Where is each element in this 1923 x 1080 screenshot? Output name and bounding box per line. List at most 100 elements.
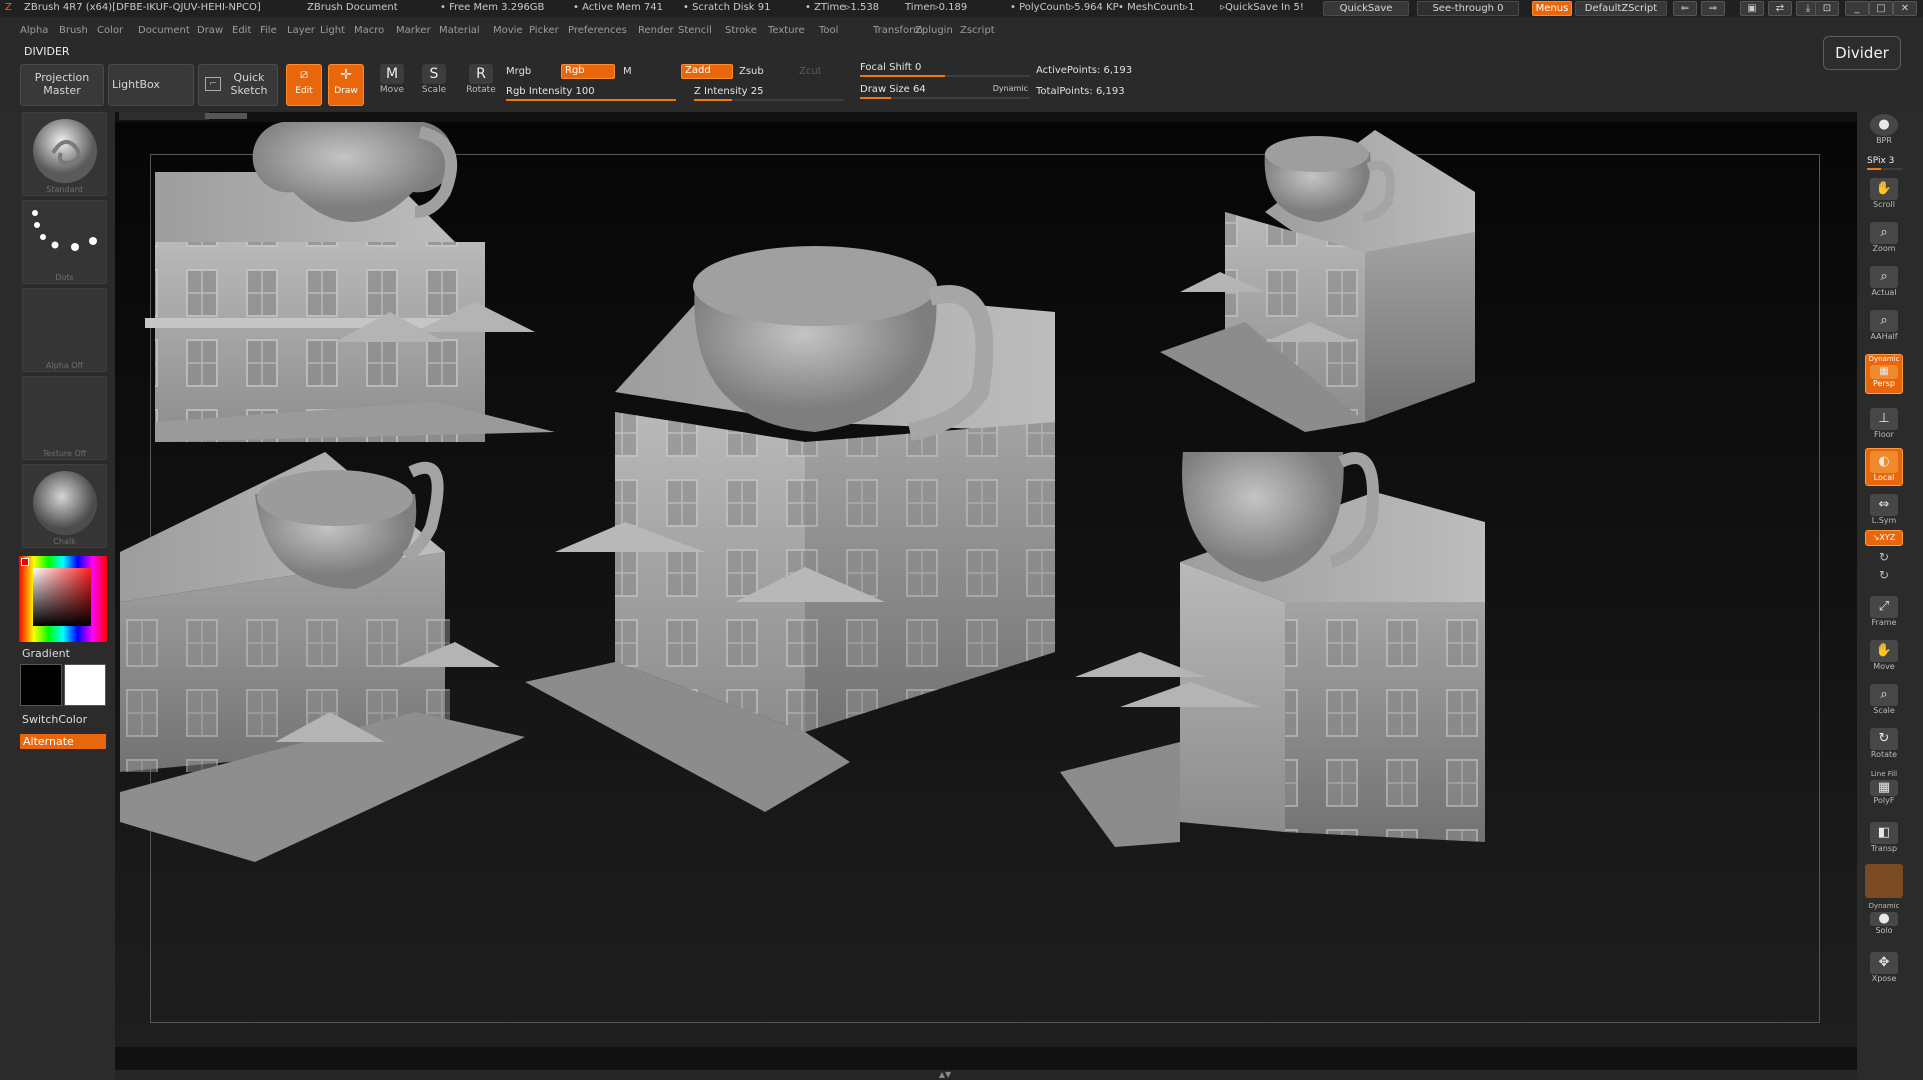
- alpha-selector[interactable]: Alpha Off: [22, 288, 107, 372]
- default-zscript-button[interactable]: DefaultZScript: [1575, 1, 1667, 16]
- maximize-icon[interactable]: □: [1869, 1, 1893, 16]
- scale-mode-button[interactable]: S Scale: [416, 64, 452, 106]
- zadd-toggle[interactable]: Zadd: [681, 64, 733, 79]
- menu-alpha[interactable]: Alpha: [20, 25, 48, 36]
- lightbox-button[interactable]: LightBox: [108, 64, 194, 106]
- menu-layer[interactable]: Layer: [287, 25, 315, 36]
- layout-next-icon[interactable]: ⇒: [1701, 1, 1725, 16]
- left-shelf: Standard Dots Alpha Off Texture Off Chal…: [0, 112, 115, 1080]
- document-title: ZBrush Document: [307, 2, 398, 13]
- rgb-toggle[interactable]: Rgb: [561, 64, 615, 79]
- menu-marker[interactable]: Marker: [396, 25, 431, 36]
- mrgb-toggle[interactable]: Mrgb: [506, 66, 531, 77]
- color-picker[interactable]: [19, 556, 107, 642]
- scale-view-button[interactable]: ⌕ Scale: [1865, 682, 1903, 720]
- y-axis-rotate-icon[interactable]: ↻: [1879, 550, 1889, 564]
- menu-draw[interactable]: Draw: [197, 25, 223, 36]
- menu-tool[interactable]: Tool: [819, 25, 838, 36]
- stroke-selector[interactable]: Dots: [22, 200, 107, 284]
- minimize-icon[interactable]: _: [1845, 1, 1869, 16]
- dynamic-toggle[interactable]: Dynamic: [993, 84, 1028, 93]
- quick-sketch-button[interactable]: ⌐ Quick Sketch: [198, 64, 278, 106]
- brush-selector[interactable]: Standard: [22, 112, 107, 196]
- document-viewport[interactable]: [115, 122, 1857, 1047]
- layout-arrows-icon[interactable]: ⇐: [1673, 1, 1697, 16]
- menus-button[interactable]: Menus: [1532, 1, 1572, 16]
- menu-picker[interactable]: Picker: [529, 25, 559, 36]
- ghost-toggle[interactable]: [1865, 864, 1903, 898]
- menu-file[interactable]: File: [260, 25, 277, 36]
- menu-stroke[interactable]: Stroke: [725, 25, 757, 36]
- zsub-toggle[interactable]: Zsub: [739, 66, 764, 77]
- divider-button[interactable]: Divider: [1823, 36, 1901, 70]
- spix-slider[interactable]: SPix 3: [1867, 156, 1894, 166]
- primary-color-swatch[interactable]: [20, 664, 62, 706]
- draw-size-slider[interactable]: Draw Size 64 Dynamic: [860, 84, 1030, 99]
- lock-icon[interactable]: ⊡: [1815, 1, 1839, 16]
- menu-document[interactable]: Document: [138, 25, 190, 36]
- draw-size-fill: [860, 97, 891, 99]
- actual-button[interactable]: ⌕ Actual: [1865, 264, 1903, 302]
- menu-color[interactable]: Color: [97, 25, 123, 36]
- persp-button[interactable]: Dynamic ▦ Persp: [1865, 354, 1903, 394]
- lsym-label: L.Sym: [1871, 516, 1897, 525]
- material-selector[interactable]: Chalk: [22, 464, 107, 548]
- zoom-button[interactable]: ⌕ Zoom: [1865, 220, 1903, 258]
- see-through-slider[interactable]: See-through 0: [1417, 1, 1519, 16]
- canvas-area: [115, 112, 1857, 1072]
- expand-bottom-icon[interactable]: ▲▼: [925, 1070, 965, 1079]
- quicksave-button[interactable]: QuickSave: [1323, 1, 1409, 16]
- menu-stencil[interactable]: Stencil: [678, 25, 712, 36]
- rotate-mode-button[interactable]: R Rotate: [462, 64, 500, 106]
- alpha-name: Alpha Off: [45, 361, 84, 370]
- rotate-view-button[interactable]: ↻ Rotate: [1865, 726, 1903, 764]
- menu-edit[interactable]: Edit: [232, 25, 251, 36]
- menu-light[interactable]: Light: [320, 25, 345, 36]
- aahalf-icon: ⌕: [1870, 310, 1898, 332]
- swap-layout-icon[interactable]: ⇄: [1768, 1, 1792, 16]
- edit-mode-button[interactable]: ⧄ Edit: [286, 64, 322, 106]
- secondary-color-swatch[interactable]: [64, 664, 106, 706]
- zbrush-logo-icon: Z: [5, 2, 12, 13]
- menu-movie[interactable]: Movie: [493, 25, 523, 36]
- z-axis-rotate-icon[interactable]: ↻: [1879, 568, 1889, 582]
- aahalf-button[interactable]: ⌕ AAHalf: [1865, 308, 1903, 346]
- bpr-button[interactable]: ● BPR: [1865, 112, 1903, 150]
- texture-selector[interactable]: Texture Off: [22, 376, 107, 460]
- scroll-button[interactable]: ✋ Scroll: [1865, 176, 1903, 214]
- projection-master-button[interactable]: Projection Master: [20, 64, 104, 106]
- menu-brush[interactable]: Brush: [59, 25, 88, 36]
- focal-shift-fill: [860, 75, 945, 77]
- xpose-button[interactable]: ✥ Xpose: [1865, 950, 1903, 988]
- menu-zplugin[interactable]: Zplugin: [915, 25, 953, 36]
- solo-button[interactable]: Dynamic ● Solo: [1865, 902, 1903, 942]
- move-view-button[interactable]: ✋ Move: [1865, 638, 1903, 676]
- focal-shift-slider[interactable]: Focal Shift 0: [860, 62, 1030, 77]
- move-mode-button[interactable]: M Move: [374, 64, 410, 106]
- local-button[interactable]: ◐ Local: [1865, 448, 1903, 486]
- close-icon[interactable]: ✕: [1893, 1, 1917, 16]
- alternate-button[interactable]: Alternate: [20, 734, 106, 749]
- frame-button[interactable]: ⤢ Frame: [1865, 594, 1903, 632]
- gradient-label[interactable]: Gradient: [22, 647, 70, 660]
- material-toggle[interactable]: M: [623, 66, 632, 77]
- transp-button[interactable]: ◧ Transp: [1865, 820, 1903, 858]
- menu-zscript[interactable]: Zscript: [960, 25, 995, 36]
- xyz-button[interactable]: ↘XYZ: [1865, 530, 1903, 546]
- menu-preferences[interactable]: Preferences: [568, 25, 627, 36]
- menu-macro[interactable]: Macro: [354, 25, 384, 36]
- canvas-scroll-thumb[interactable]: [205, 113, 247, 119]
- draw-mode-button[interactable]: ✛ Draw: [328, 64, 364, 106]
- menu-texture[interactable]: Texture: [768, 25, 805, 36]
- menu-render[interactable]: Render: [638, 25, 674, 36]
- menu-material[interactable]: Material: [439, 25, 480, 36]
- floor-button[interactable]: ⊥ Floor: [1865, 406, 1903, 444]
- polyf-button[interactable]: Line Fill ▦ PolyF: [1865, 770, 1903, 814]
- window-layout-icon[interactable]: ▣: [1740, 1, 1764, 16]
- color-saturation-square[interactable]: [33, 568, 91, 626]
- zcut-toggle[interactable]: Zcut: [799, 66, 822, 77]
- lsym-button[interactable]: ⇔ L.Sym: [1865, 492, 1903, 526]
- z-intensity-slider[interactable]: Z Intensity 25: [694, 86, 844, 101]
- switch-color-button[interactable]: SwitchColor: [22, 713, 87, 726]
- rgb-intensity-slider[interactable]: Rgb Intensity 100: [506, 86, 676, 101]
